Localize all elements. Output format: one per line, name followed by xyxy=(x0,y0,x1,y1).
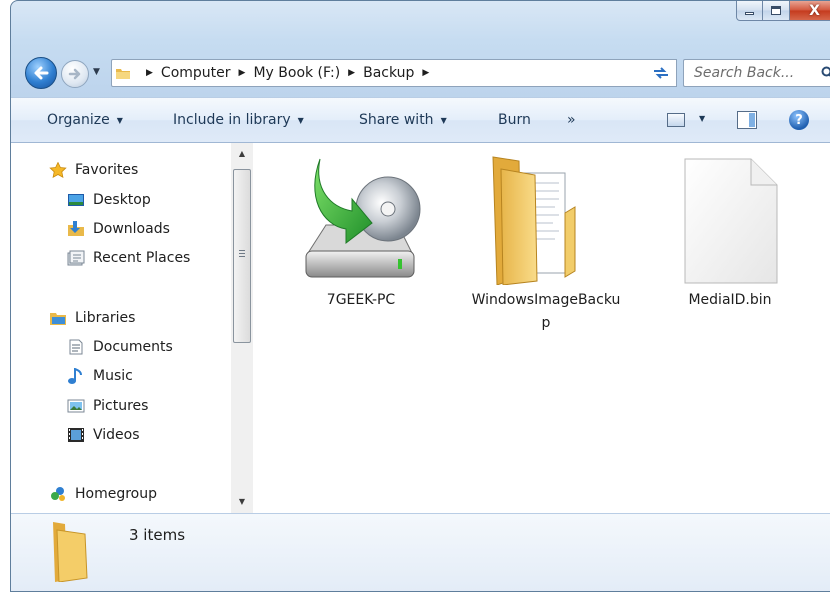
documents-icon xyxy=(69,339,83,355)
scroll-thumb[interactable] xyxy=(233,169,251,343)
downloads-icon xyxy=(68,221,84,236)
nav-desktop[interactable]: Desktop xyxy=(67,187,151,213)
file-list: 7GEEK-PC WindowsImageBackup MediaID.bin xyxy=(254,143,830,513)
nav-documents-label: Documents xyxy=(93,339,173,355)
burn-button[interactable]: Burn xyxy=(498,112,531,128)
file-label: WindowsImageBackup xyxy=(471,292,621,331)
nav-favorites-label: Favorites xyxy=(75,162,139,178)
nav-pictures-label: Pictures xyxy=(93,398,149,414)
command-bar: Organize ▼ Include in library ▼ Share with… xyxy=(11,97,830,143)
file-label: MediaID.bin xyxy=(688,292,772,308)
details-pane: 3 items xyxy=(11,513,830,591)
file-item-windowsimagebackup[interactable]: WindowsImageBackup xyxy=(471,153,621,335)
nav-pictures[interactable]: Pictures xyxy=(67,393,148,419)
search-input[interactable]: Search Back... xyxy=(683,59,830,87)
nav-recent-places[interactable]: Recent Places xyxy=(67,245,190,271)
refresh-icon xyxy=(653,67,668,79)
navigation-pane: Favorites Desktop Downloads Recent Place… xyxy=(11,143,256,513)
breadcrumb-arrow-icon[interactable]: ▶ xyxy=(146,68,153,78)
title-bar[interactable]: X xyxy=(11,1,830,41)
nav-videos[interactable]: Videos xyxy=(67,422,140,448)
address-row: ▼ ▶ Computer ▶ My Book (F:) ▶ Backup ▶ ▼… xyxy=(11,53,830,89)
organize-menu[interactable]: Organize ▼ xyxy=(47,112,123,128)
help-icon[interactable]: ? xyxy=(789,110,809,130)
preview-pane-icon[interactable] xyxy=(737,111,757,129)
scroll-down-icon[interactable]: ▼ xyxy=(231,493,253,509)
close-icon: X xyxy=(809,2,820,19)
nav-favorites[interactable]: Favorites xyxy=(49,157,138,183)
nav-scrollbar[interactable]: ▲ ▼ xyxy=(231,143,253,513)
file-item-mediaid-bin[interactable]: MediaID.bin xyxy=(655,153,805,312)
chevron-down-icon: ▼ xyxy=(297,115,304,125)
back-arrow-icon xyxy=(34,66,49,80)
folder-icon xyxy=(116,69,130,79)
nav-downloads-label: Downloads xyxy=(93,221,170,237)
folder-icon xyxy=(492,156,576,285)
nav-downloads[interactable]: Downloads xyxy=(67,216,170,242)
maximize-button[interactable] xyxy=(763,1,790,21)
share-with-label: Share with xyxy=(359,112,434,128)
nav-music-label: Music xyxy=(93,368,133,384)
videos-icon xyxy=(68,428,84,442)
homegroup-icon xyxy=(51,487,65,501)
file-icon xyxy=(684,158,778,284)
backup-drive-icon xyxy=(305,158,421,278)
search-icon[interactable] xyxy=(821,66,830,80)
back-button[interactable] xyxy=(25,57,57,89)
file-label: 7GEEK-PC xyxy=(326,292,396,308)
recent-pages-dropdown[interactable]: ▼ xyxy=(93,67,100,77)
minimize-button[interactable] xyxy=(736,1,763,21)
grip-icon xyxy=(239,250,245,258)
nav-music[interactable]: Music xyxy=(67,363,133,389)
refresh-button[interactable] xyxy=(645,59,677,87)
close-button[interactable]: X xyxy=(790,1,830,21)
chevron-down-icon: ▼ xyxy=(440,115,447,125)
libraries-icon xyxy=(50,313,66,325)
pictures-icon xyxy=(67,399,85,413)
more-commands-button[interactable]: » xyxy=(567,112,576,128)
folder-icon xyxy=(53,522,88,582)
chevron-down-icon: ▼ xyxy=(116,115,123,125)
breadcrumb-arrow-icon[interactable]: ▶ xyxy=(422,68,429,78)
explorer-window: X ▼ ▶ Computer ▶ My Book (F:) ▶ Backup ▶ xyxy=(10,0,830,592)
address-bar[interactable]: ▶ Computer ▶ My Book (F:) ▶ Backup ▶ ▼ xyxy=(111,59,667,87)
view-options-dropdown[interactable]: ▼ xyxy=(699,114,705,123)
search-placeholder: Search Back... xyxy=(694,65,795,81)
burn-label: Burn xyxy=(498,112,531,128)
organize-label: Organize xyxy=(47,112,110,128)
nav-libraries-label: Libraries xyxy=(75,310,136,326)
desktop-icon xyxy=(68,194,84,206)
item-count: 3 items xyxy=(129,526,186,544)
forward-arrow-icon xyxy=(68,68,81,80)
recent-places-icon xyxy=(67,250,85,266)
nav-homegroup[interactable]: Homegroup xyxy=(49,481,157,507)
breadcrumb-arrow-icon[interactable]: ▶ xyxy=(348,68,355,78)
share-with-menu[interactable]: Share with ▼ xyxy=(359,112,447,128)
window-controls: X xyxy=(736,1,830,21)
more-commands-icon: » xyxy=(567,112,576,128)
nav-documents[interactable]: Documents xyxy=(67,334,173,360)
file-item-7geek-pc[interactable]: 7GEEK-PC xyxy=(286,153,436,312)
nav-homegroup-label: Homegroup xyxy=(75,486,158,502)
nav-desktop-label: Desktop xyxy=(93,192,151,208)
include-in-library-menu[interactable]: Include in library ▼ xyxy=(173,112,304,128)
music-icon xyxy=(68,368,82,384)
breadcrumb-my-book[interactable]: My Book (F:) xyxy=(253,65,340,81)
star-icon xyxy=(49,162,67,178)
forward-button[interactable] xyxy=(61,60,89,88)
breadcrumb-computer[interactable]: Computer xyxy=(161,65,231,81)
scroll-up-icon[interactable]: ▲ xyxy=(231,145,253,161)
breadcrumb-arrow-icon[interactable]: ▶ xyxy=(239,68,246,78)
breadcrumb-backup[interactable]: Backup xyxy=(363,65,414,81)
include-in-library-label: Include in library xyxy=(173,112,291,128)
nav-videos-label: Videos xyxy=(93,427,140,443)
maximize-icon xyxy=(771,6,781,15)
nav-libraries[interactable]: Libraries xyxy=(49,305,135,331)
nav-recent-places-label: Recent Places xyxy=(93,250,191,266)
minimize-icon xyxy=(745,12,754,15)
change-view-icon[interactable] xyxy=(667,113,685,127)
